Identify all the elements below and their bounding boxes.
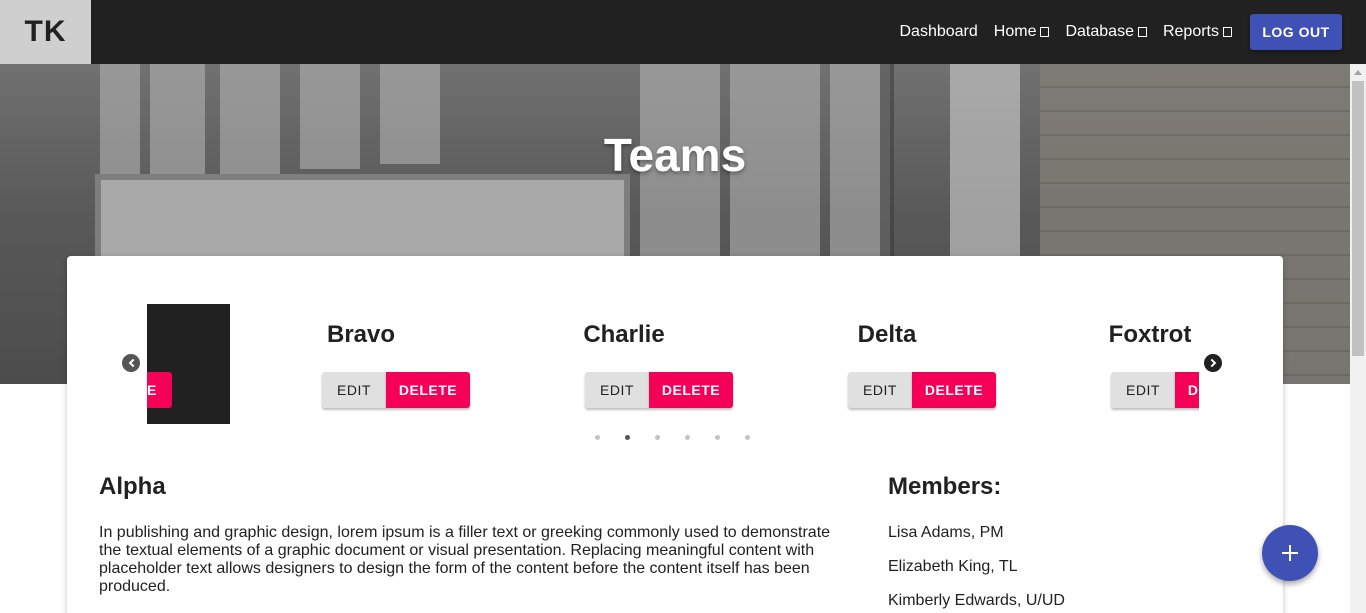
carousel-dot[interactable] [595, 435, 600, 440]
delete-button[interactable]: E [147, 372, 172, 408]
members-list: Lisa Adams, PM Elizabeth King, TL Kimber… [888, 524, 1065, 613]
team-slide-foxtrot[interactable]: Foxtrot EDIT DELETE [1050, 304, 1199, 424]
nav-reports[interactable]: Reports [1163, 23, 1232, 41]
carousel-next-button[interactable] [1204, 354, 1222, 372]
carousel-dots [595, 435, 775, 440]
nav-database-label: Database [1065, 23, 1134, 40]
team-slide-delta[interactable]: Delta EDIT DELETE [787, 304, 996, 424]
delete-button[interactable]: DELETE [912, 372, 996, 408]
dropdown-icon [1040, 27, 1050, 37]
team-slide-alpha-partial[interactable]: E [147, 304, 230, 424]
member-item: Kimberly Edwards, U/UD [888, 592, 1065, 609]
delete-button[interactable]: DELETE [649, 372, 733, 408]
nav-database[interactable]: Database [1065, 23, 1147, 41]
logout-button[interactable]: LOG OUT [1250, 14, 1342, 50]
edit-button[interactable]: EDIT [1111, 372, 1175, 408]
nav-home[interactable]: Home [994, 23, 1050, 41]
members-heading: Members: [888, 473, 1002, 500]
delete-button[interactable]: DELETE [386, 372, 470, 408]
nav-dashboard[interactable]: Dashboard [900, 23, 978, 41]
main-nav: Dashboard Home Database Reports LOG OUT [884, 14, 1342, 50]
nav-reports-label: Reports [1162, 23, 1219, 40]
carousel-prev-button[interactable] [122, 354, 140, 372]
edit-button[interactable]: EDIT [322, 372, 386, 408]
carousel-dot[interactable] [715, 435, 720, 440]
delete-button[interactable]: DELETE [1175, 372, 1199, 408]
carousel-dot-active[interactable] [625, 435, 630, 440]
team-name: Bravo [326, 321, 396, 348]
top-app-bar: TK Dashboard Home Database Reports LOG O… [0, 0, 1366, 64]
chevron-right-icon [1207, 358, 1216, 368]
edit-button[interactable]: EDIT [585, 372, 649, 408]
team-name: Charlie [583, 321, 665, 348]
page-scrollbar[interactable] [1350, 64, 1366, 613]
add-team-button[interactable] [1262, 525, 1318, 581]
team-slide-bravo[interactable]: Bravo EDIT DELETE [261, 304, 470, 424]
teams-card: E Bravo EDIT DELETE Charlie EDIT DELETE … [67, 256, 1283, 613]
team-name: Delta [857, 321, 917, 348]
member-item: Lisa Adams, PM [888, 524, 1004, 541]
chevron-left-icon [128, 358, 137, 368]
logo[interactable]: TK [0, 0, 91, 64]
carousel-dot[interactable] [685, 435, 690, 440]
edit-button[interactable]: EDIT [848, 372, 912, 408]
team-description: In publishing and graphic design, lorem … [99, 524, 831, 595]
logo-text: TK [24, 15, 67, 48]
teams-carousel: E Bravo EDIT DELETE Charlie EDIT DELETE … [147, 304, 1199, 424]
nav-home-label: Home [993, 23, 1037, 40]
team-name: Foxtrot [1108, 321, 1192, 348]
carousel-dot[interactable] [745, 435, 750, 440]
scroll-up-icon[interactable] [1354, 70, 1362, 75]
dropdown-icon [1223, 27, 1232, 37]
page-title: Teams [603, 129, 747, 181]
team-detail-title: Alpha [99, 473, 166, 500]
dropdown-icon [1137, 27, 1147, 37]
member-item: Elizabeth King, TL [888, 558, 1018, 575]
scrollbar-thumb[interactable] [1352, 81, 1364, 356]
plus-icon [1282, 545, 1298, 561]
carousel-dot[interactable] [655, 435, 660, 440]
team-slide-charlie[interactable]: Charlie EDIT DELETE [524, 304, 733, 424]
nav-dashboard-label: Dashboard [899, 23, 978, 40]
